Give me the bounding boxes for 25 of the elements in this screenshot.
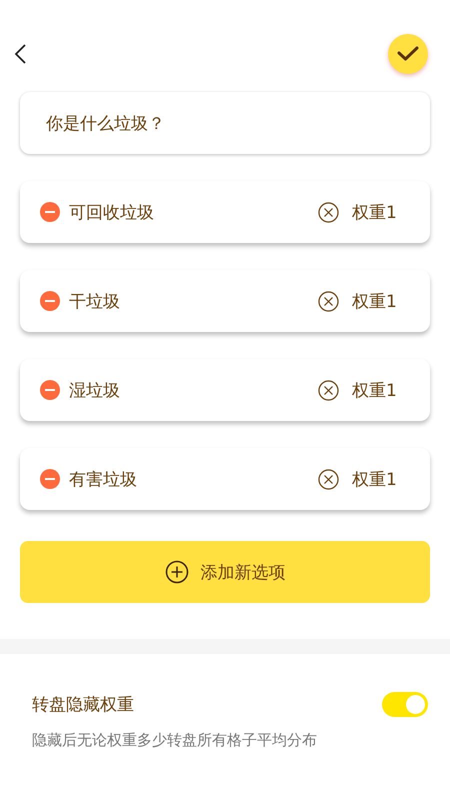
remove-icon[interactable] xyxy=(40,469,60,489)
remove-icon[interactable] xyxy=(40,202,60,222)
close-icon[interactable] xyxy=(318,290,339,312)
option-label: 湿垃圾 xyxy=(69,380,121,402)
option-label: 干垃圾 xyxy=(69,290,121,312)
close-icon[interactable] xyxy=(318,380,339,400)
plus-icon xyxy=(164,560,188,584)
confirm-button[interactable] xyxy=(388,34,428,74)
weight-label[interactable]: 权重1 xyxy=(352,200,410,224)
question-field[interactable]: 你是什么垃圾？ xyxy=(20,92,430,154)
weight-label[interactable]: 权重1 xyxy=(352,378,410,402)
weight-label[interactable]: 权重1 xyxy=(352,468,410,490)
setting-title: 转盘隐藏权重 xyxy=(32,694,135,716)
toggle-switch[interactable] xyxy=(382,692,428,717)
close-icon[interactable] xyxy=(318,468,339,490)
remove-icon[interactable] xyxy=(40,291,60,311)
option-label: 可回收垃圾 xyxy=(69,202,155,224)
add-option-button[interactable]: 添加新选项 xyxy=(20,541,430,603)
close-icon[interactable] xyxy=(318,202,339,222)
setting-description: 隐藏后无论权重多少转盘所有格子平均分布 xyxy=(32,731,318,750)
remove-icon[interactable] xyxy=(40,380,60,400)
option-label: 有害垃圾 xyxy=(69,468,138,490)
weight-label[interactable]: 权重1 xyxy=(352,290,410,312)
check-icon xyxy=(397,46,419,62)
back-icon[interactable] xyxy=(12,43,28,65)
